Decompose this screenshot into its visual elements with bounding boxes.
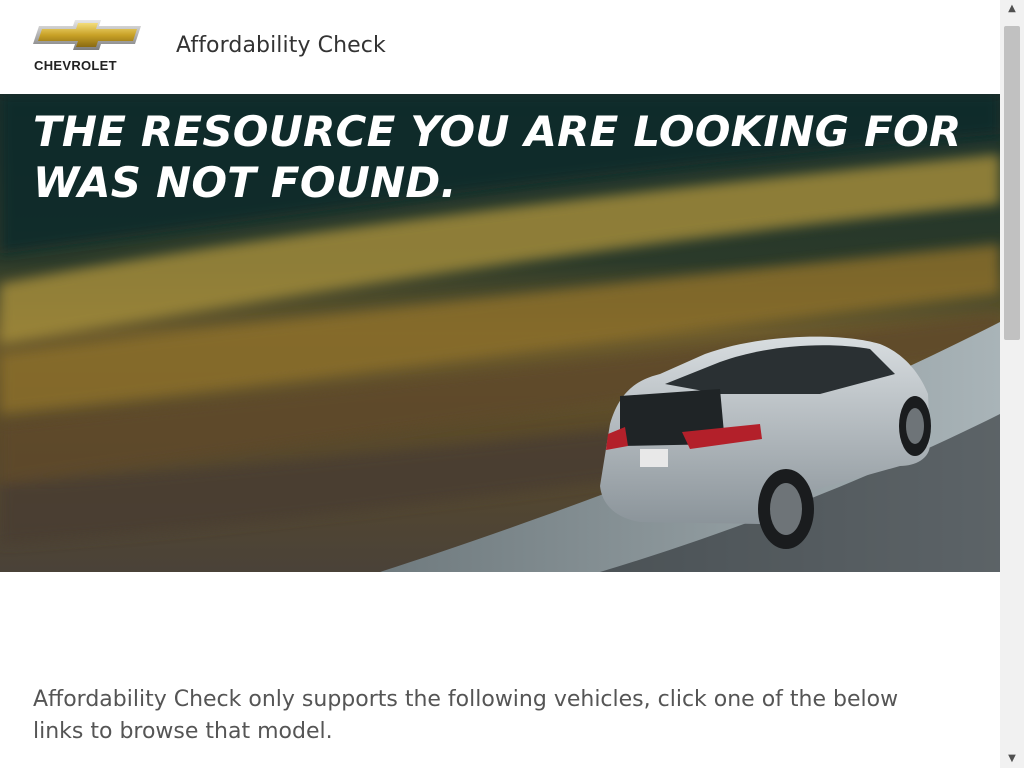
scroll-down-arrow-icon[interactable]: ▼ bbox=[1000, 750, 1024, 768]
hero-banner: THE RESOURCE YOU ARE LOOKING FOR WAS NOT… bbox=[0, 94, 1000, 572]
chevrolet-bowtie-icon bbox=[33, 20, 141, 50]
site-header: CHEVROLET Affordability Check bbox=[0, 0, 1000, 94]
error-heading: THE RESOURCE YOU ARE LOOKING FOR WAS NOT… bbox=[33, 107, 962, 207]
brand-wordmark: CHEVROLET bbox=[34, 58, 117, 73]
chevrolet-logo[interactable]: CHEVROLET bbox=[33, 18, 143, 74]
page: CHEVROLET Affordability Check THE RESOUR… bbox=[0, 0, 1000, 768]
scroll-thumb[interactable] bbox=[1004, 26, 1020, 340]
app-title: Affordability Check bbox=[176, 33, 386, 58]
supported-vehicles-message: Affordability Check only supports the fo… bbox=[33, 687, 899, 744]
vertical-scrollbar[interactable]: ▲ ▼ bbox=[1000, 0, 1024, 768]
scroll-up-arrow-icon[interactable]: ▲ bbox=[1000, 0, 1024, 18]
